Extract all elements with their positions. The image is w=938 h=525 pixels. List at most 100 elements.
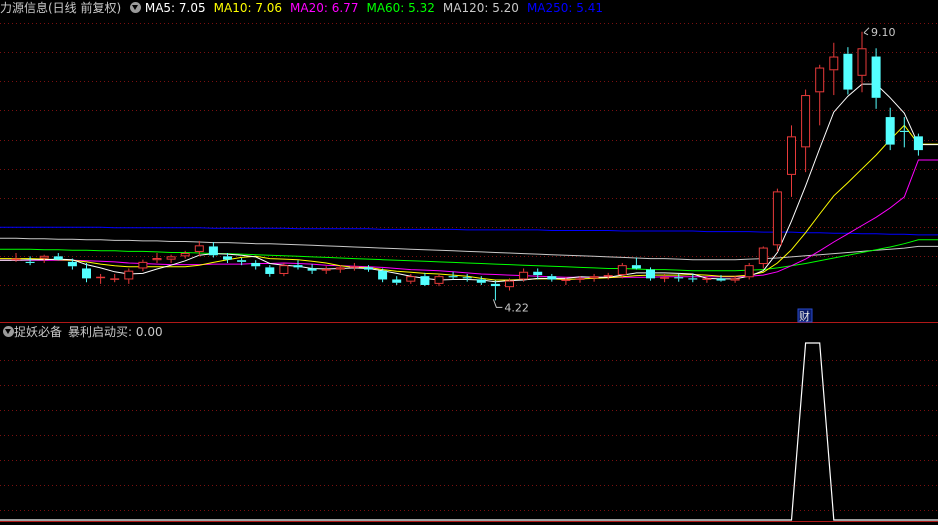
candle-body <box>194 245 204 252</box>
candle-body <box>575 278 585 280</box>
candle <box>533 268 543 280</box>
candle <box>110 273 120 283</box>
candle <box>208 242 218 258</box>
candle-body <box>223 256 232 260</box>
candle <box>843 47 853 95</box>
candle-body <box>392 279 402 283</box>
high-price-label: 9.10 <box>871 26 896 39</box>
candle-body <box>208 246 218 256</box>
candle <box>462 273 472 282</box>
candle <box>293 260 303 270</box>
candle-body <box>561 279 571 281</box>
indicator-line <box>0 342 938 521</box>
candle-body <box>39 255 49 259</box>
candle <box>857 31 867 93</box>
indicator-title[interactable]: 捉妖必备 <box>14 325 62 339</box>
candle-body <box>321 269 331 271</box>
candle <box>829 42 839 96</box>
candle <box>603 272 613 280</box>
candle-body <box>885 117 895 145</box>
low-pointer <box>492 299 503 308</box>
candle <box>321 266 331 274</box>
candle-body <box>871 56 881 98</box>
candle-body <box>787 136 796 175</box>
candle-body <box>913 136 923 151</box>
ma-line-ma20 <box>0 159 938 278</box>
candle-body <box>96 276 106 279</box>
candle <box>25 256 35 266</box>
candle <box>152 253 162 263</box>
candle <box>815 64 825 126</box>
candle <box>251 260 261 270</box>
candle-body <box>462 277 472 279</box>
candle-body <box>152 258 162 261</box>
candle-body <box>378 270 388 280</box>
candle <box>547 273 557 282</box>
candle-body <box>166 256 176 260</box>
candle-body <box>237 260 247 262</box>
sub-grid <box>0 360 938 511</box>
candle-body <box>772 191 782 246</box>
candle <box>589 273 599 282</box>
candle-body <box>335 267 345 270</box>
candle-body <box>547 276 557 280</box>
chart-canvas: 9.10 4.22 财 <box>0 23 938 522</box>
candle <box>871 48 881 109</box>
candle-body <box>124 270 134 280</box>
candle-body <box>406 276 416 282</box>
candle-body <box>265 267 275 274</box>
candle <box>490 280 500 301</box>
candle-body <box>646 269 655 279</box>
candle <box>772 188 782 252</box>
main-legend: 力源信息(日线 前复权) MA5: 7.05 MA10: 7.06 MA20: 6.… <box>0 0 611 16</box>
candle <box>913 133 923 156</box>
candle-body <box>138 261 148 269</box>
candle-body <box>349 266 359 268</box>
candle-body <box>758 247 768 265</box>
candle-body <box>67 261 77 267</box>
candle-body <box>744 265 754 278</box>
candle-body <box>476 279 486 283</box>
dropdown-icon[interactable] <box>3 326 14 337</box>
legend-ma60: MA60: 5.32 <box>366 1 435 15</box>
moving-average-lines <box>0 83 938 283</box>
candle <box>787 125 796 197</box>
candle <box>631 257 641 270</box>
candle-body <box>702 278 712 280</box>
candle <box>194 240 204 257</box>
candle-body <box>589 276 599 279</box>
candle <box>801 89 811 173</box>
main-grid <box>0 23 938 286</box>
event-marker-text: 财 <box>799 309 810 323</box>
candle-body <box>603 275 613 277</box>
legend-ma5: MA5: 7.05 <box>144 1 206 15</box>
candle-body <box>660 277 670 279</box>
candle <box>899 117 909 148</box>
ma-line-ma250 <box>0 226 938 236</box>
candle <box>885 107 895 151</box>
candle-body <box>307 268 317 271</box>
candle <box>96 273 106 284</box>
high-pointer <box>863 27 870 36</box>
candle-body <box>180 253 190 257</box>
candle <box>758 246 768 269</box>
sub-legend: 捉妖必备 暴利启动买: 0.00 <box>2 324 163 340</box>
candle <box>434 273 444 287</box>
indicator-value: 0.00 <box>135 325 163 339</box>
candle-body <box>490 283 500 287</box>
candle-body <box>843 53 853 90</box>
dropdown-icon[interactable] <box>130 2 142 13</box>
candle-body <box>251 262 261 267</box>
stock-title[interactable]: 力源信息(日线 前复权) <box>0 1 121 15</box>
candle <box>166 254 176 263</box>
candle-body <box>815 67 825 93</box>
candle <box>307 264 317 274</box>
legend-ma20: MA20: 6.77 <box>290 1 359 15</box>
candle-body <box>434 276 444 284</box>
candle-body <box>674 277 684 279</box>
candle <box>364 265 373 272</box>
candle-body <box>420 276 430 285</box>
ma-line-ma5 <box>0 83 938 283</box>
candle-body <box>448 276 458 278</box>
indicator-label: 暴利启动买: <box>68 325 136 339</box>
